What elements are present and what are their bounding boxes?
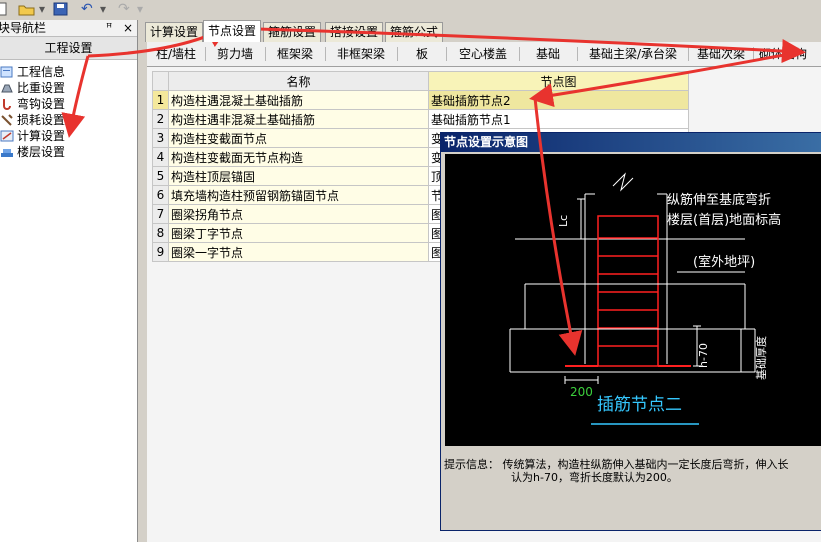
weight-icon [0,82,14,94]
row-number: 5 [152,166,169,186]
sidebar-item-label: 损耗设置 [17,113,66,127]
row-number: 8 [152,223,169,243]
navigation-panel: 块导航栏 ꟸ × 工程设置 工程信息 比重设置 弯钩设置 损耗设置 计算设置 楼… [0,20,138,542]
h70-label: h-70 [697,343,710,368]
diagram-note-bend: 纵筋伸至基底弯折 [667,192,771,208]
row-number: 1 [152,90,169,110]
close-icon[interactable]: × [123,20,133,36]
tab-node-settings[interactable]: 节点设置 [203,20,262,42]
navigation-panel-header: 块导航栏 ꟸ × [0,20,137,37]
node-diagram-dialog: 节点设置示意图 Lc h-70 基础厚度 200 纵筋伸至基底弯折 楼层(首层)… [440,132,821,531]
sidebar-item-label: 弯钩设置 [17,97,66,111]
tab-lap-settings[interactable]: 搭接设置 [325,22,384,42]
table-row[interactable]: 2 构造柱遇非混凝土基础插筋 基础插筋节点1 [152,109,689,129]
row-name-cell: 构造柱顶层锚固 [168,166,429,186]
open-dropdown-icon[interactable]: ▾ [39,2,45,17]
dimension-200-label: 200 [570,385,593,399]
dialog-title-bar[interactable]: 节点设置示意图 [441,133,821,152]
floor-icon [0,146,14,158]
row-name-cell: 构造柱遇非混凝土基础插筋 [168,109,429,129]
row-node-cell[interactable]: 基础插筋节点2 [428,90,689,110]
hint-info-label: 提示信息： [444,458,499,471]
undo-dropdown-icon[interactable]: ▾ [100,2,106,17]
dialog-title: 节点设置示意图 [444,135,529,149]
diagram-note-floor: 楼层(首层)地面标高 [667,212,781,228]
sidebar-item-loss[interactable]: 损耗设置 [0,112,65,128]
sidebar-item-density[interactable]: 比重设置 [0,80,65,96]
row-name-cell: 圈梁丁字节点 [168,223,429,243]
loss-icon [0,114,14,126]
node-diagram-canvas: Lc h-70 基础厚度 200 纵筋伸至基底弯折 楼层(首层)地面标高 (室外… [445,154,821,446]
row-node-cell[interactable]: 基础插筋节点1 [428,109,689,129]
row-name-cell: 圈梁一字节点 [168,242,429,262]
sidebar-item-label: 计算设置 [17,129,66,143]
row-name-cell: 构造柱变截面节点 [168,128,429,148]
row-name-cell: 构造柱遇混凝土基础插筋 [168,90,429,110]
subtab-hollow-slab[interactable]: 空心楼盖 [451,45,515,63]
subtab-shear-wall[interactable]: 剪力墙 [210,45,260,63]
subtab-masonry[interactable]: 砌体结构 [759,45,821,63]
thickness-label: 基础厚度 [754,336,768,380]
hook-icon [0,98,14,110]
subtab-foundation-main-beam[interactable]: 基础主梁/承台梁 [583,45,683,63]
column-header-node: 节点图 [428,71,689,91]
redo-icon[interactable]: ↷ [118,2,130,17]
subtab-non-frame-beam[interactable]: 非框架梁 [329,45,393,63]
quick-toolbar: ▾ ↶ ▾ ↷ ▾ [0,0,150,20]
subtab-foundation-secondary-beam[interactable]: 基础次梁 [693,45,749,63]
row-number: 6 [152,185,169,205]
undo-icon[interactable]: ↶ [81,2,93,17]
navigation-panel-title: 块导航栏 [0,21,47,35]
sidebar-item-label: 楼层设置 [17,145,66,159]
pin-icon[interactable]: ꟸ [106,20,112,36]
row-number-header [152,71,169,91]
tab-stirrup-formula[interactable]: 箍筋公式 [385,22,444,42]
table-header-row: 名称 节点图 [152,71,689,91]
table-row[interactable]: 1 构造柱遇混凝土基础插筋 基础插筋节点2 [152,90,689,110]
sidebar-item-label: 比重设置 [17,81,66,95]
component-type-bar: 柱/墙柱 剪力墙 框架梁 非框架梁 板 空心楼盖 基础 基础主梁/承台梁 基础次… [147,42,821,67]
sidebar-item-hook[interactable]: 弯钩设置 [0,96,65,112]
hint-info-text: 传统算法，构造柱纵筋伸入基础内一定长度后弯折，伸入长 [502,458,789,471]
row-name-cell: 构造柱变截面无节点构造 [168,147,429,167]
diagram-caption: 插筋节点二 [597,395,682,415]
tab-calculation-settings[interactable]: 计算设置 [145,22,204,42]
open-folder-icon[interactable] [18,2,36,17]
sidebar-item-label: 工程信息 [17,65,66,79]
save-icon[interactable] [53,2,69,17]
sidebar-item-floor[interactable]: 楼层设置 [0,144,65,160]
row-name-cell: 填充墙构造柱预留钢筋锚固节点 [168,185,429,205]
calculator-icon [0,130,14,142]
tab-stirrup-settings[interactable]: 箍筋设置 [263,22,322,42]
row-number: 3 [152,128,169,148]
hint-info-text-continued: 认为h-70，弯折长度默认为200。 [511,471,678,484]
info-icon [0,66,14,78]
row-number: 7 [152,204,169,224]
subtab-column[interactable]: 柱/墙柱 [151,45,201,63]
sidebar-item-calculation[interactable]: 计算设置 [0,128,65,144]
row-number: 9 [152,242,169,262]
column-header-name: 名称 [168,71,429,91]
hint-info-panel: 提示信息： 传统算法，构造柱纵筋伸入基础内一定长度后弯折，伸入长 认为h-70，… [444,458,821,518]
row-number: 2 [152,109,169,129]
new-file-icon[interactable] [0,2,8,17]
subtab-slab[interactable]: 板 [402,45,442,63]
subtab-frame-beam[interactable]: 框架梁 [270,45,320,63]
subtab-foundation[interactable]: 基础 [523,45,573,63]
nav-group-project-settings[interactable]: 工程设置 [0,37,137,60]
row-name-cell: 圈梁拐角节点 [168,204,429,224]
diagram-note-outdoor: (室外地坪) [693,254,755,270]
row-number: 4 [152,147,169,167]
sidebar-item-project-info[interactable]: 工程信息 [0,64,65,80]
redo-dropdown-icon[interactable]: ▾ [137,2,143,17]
lc-label: Lc [557,215,570,227]
